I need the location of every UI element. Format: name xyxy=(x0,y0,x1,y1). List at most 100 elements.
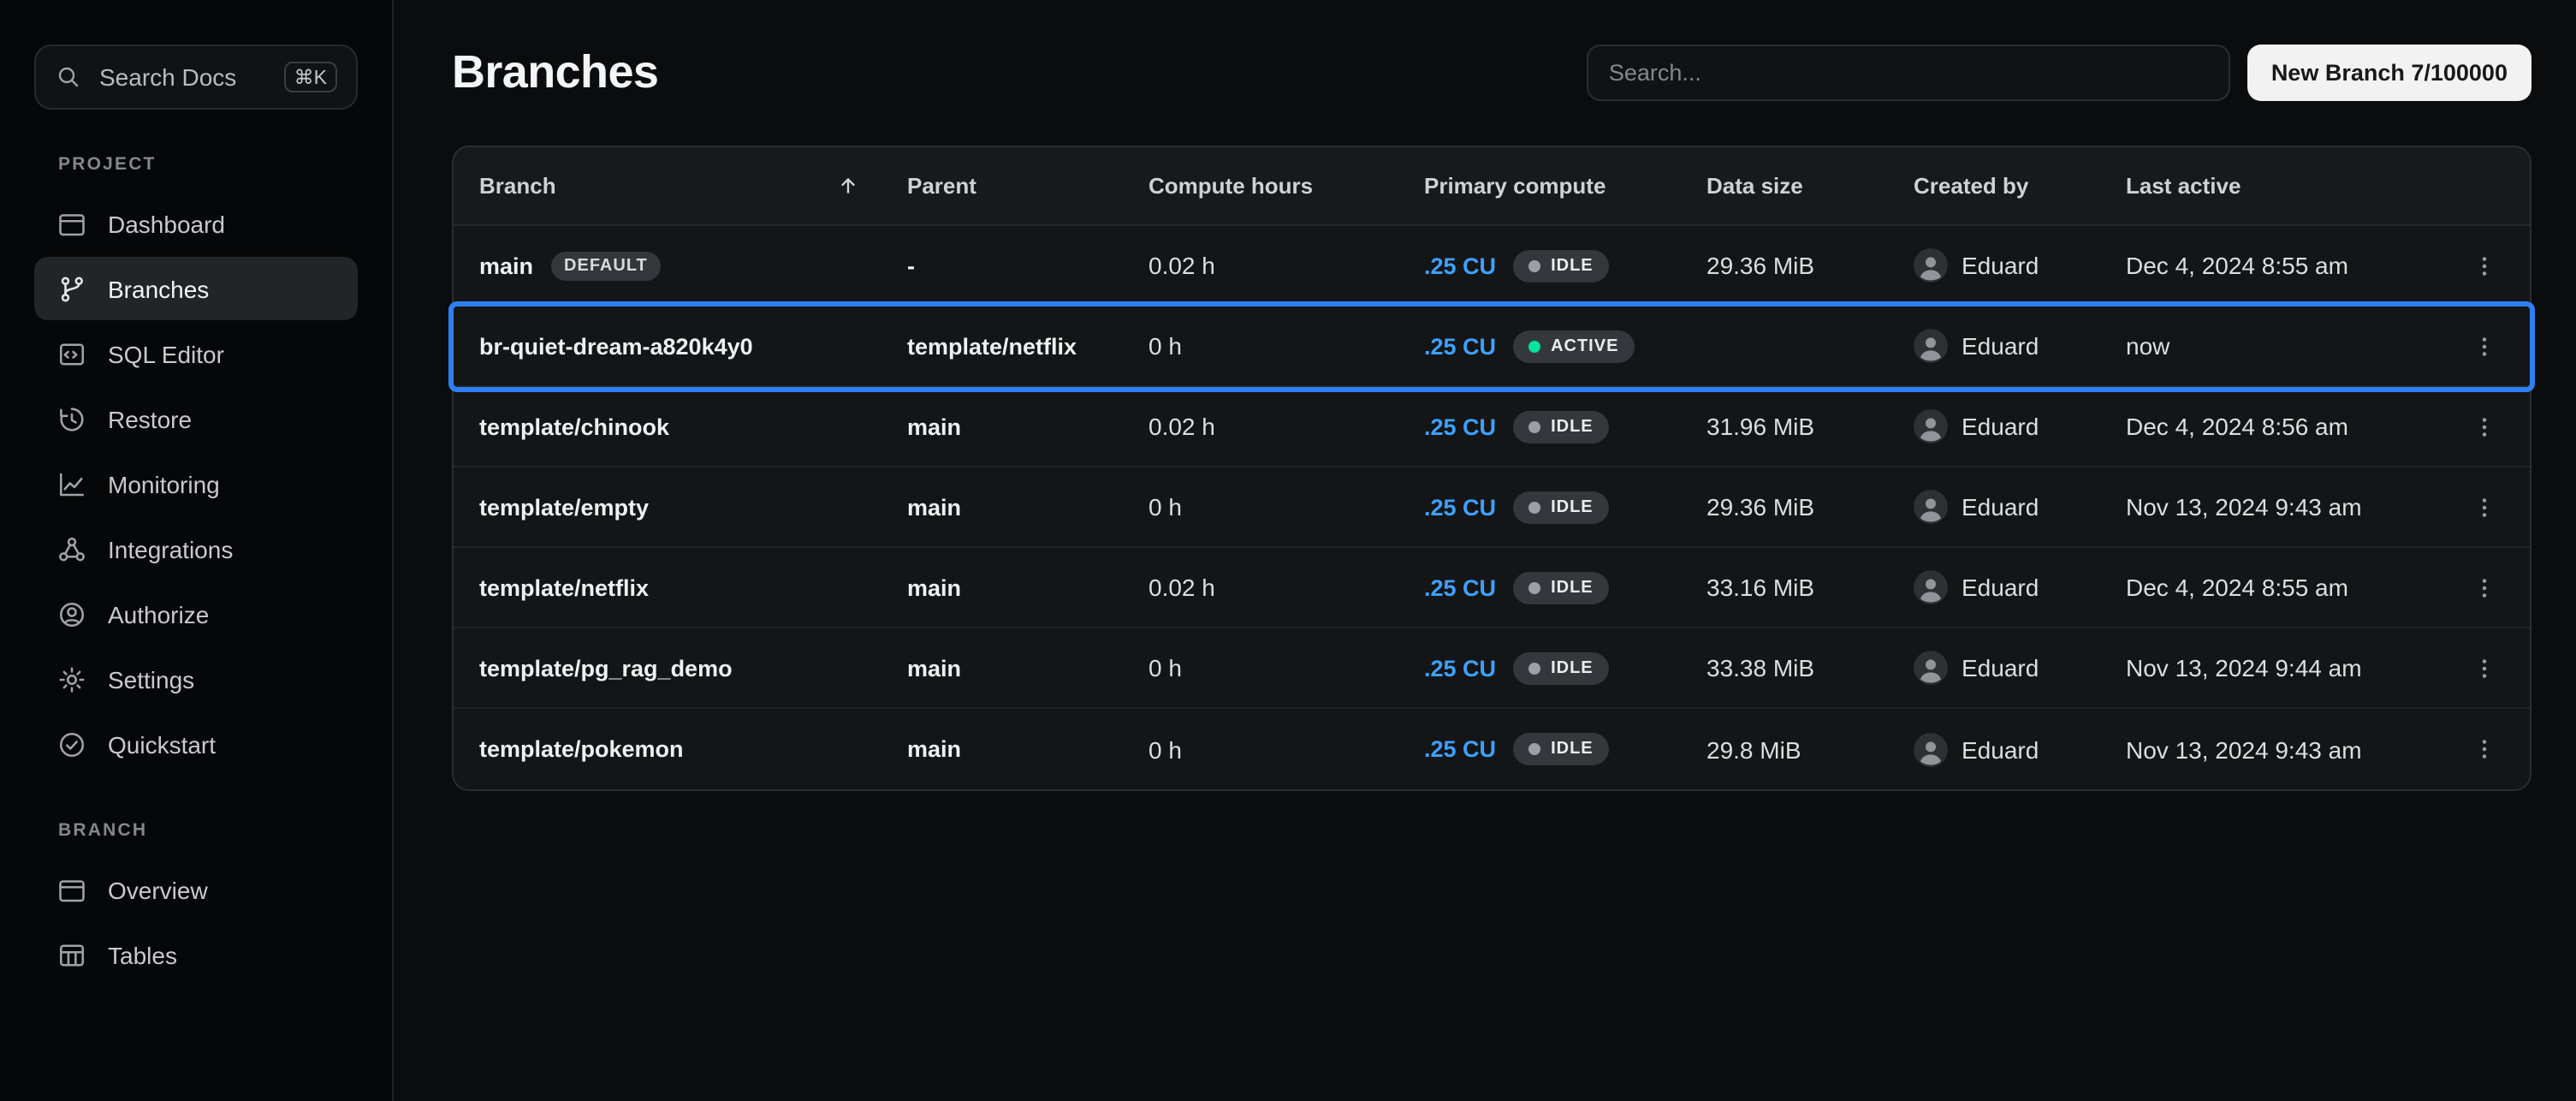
table-header-cell-branch[interactable]: Branch xyxy=(479,173,907,199)
primary-compute-cell: .25 CU ACTIVE xyxy=(1424,330,1706,362)
sidebar-item-quickstart[interactable]: Quickstart xyxy=(34,712,358,776)
table-row-br-quiet-dream[interactable]: br-quiet-dream-a820k4y0 template/netflix… xyxy=(454,306,2530,387)
sidebar-item-authorize[interactable]: Authorize xyxy=(34,582,358,646)
sidebar-item-label: Restore xyxy=(108,405,192,432)
table-header-cell-data-size[interactable]: Data size xyxy=(1706,173,1914,199)
avatar xyxy=(1914,732,1948,766)
status-badge: ACTIVE xyxy=(1513,330,1634,362)
data-size-cell: 31.96 MiB xyxy=(1706,413,1914,440)
parent-cell: template/netflix xyxy=(907,333,1149,359)
actions-cell xyxy=(2449,648,2504,687)
status-badge: IDLE xyxy=(1513,249,1609,282)
new-branch-button[interactable]: New Branch 7/100000 xyxy=(2247,45,2531,101)
table-header-cell-parent[interactable]: Parent xyxy=(907,173,1149,199)
sidebar-item-label: Settings xyxy=(108,665,194,693)
status-dot-icon xyxy=(1528,581,1540,593)
sidebar-item-branches[interactable]: Branches xyxy=(34,257,358,320)
created-by-cell: Eduard xyxy=(1914,329,2126,363)
table-header-cell-last-active[interactable]: Last active xyxy=(2126,173,2449,199)
sidebar-item-dashboard[interactable]: Dashboard xyxy=(34,192,358,255)
overview-icon xyxy=(56,874,87,905)
table-row-template-empty[interactable]: template/empty main 0 h .25 CU IDLE 29.3… xyxy=(454,467,2530,548)
table-row-template-pg-rag-demo[interactable]: template/pg_rag_demo main 0 h .25 CU IDL… xyxy=(454,628,2530,709)
created-by-name: Eduard xyxy=(1962,493,2039,521)
status-badge: IDLE xyxy=(1513,491,1609,523)
sidebar-item-label: Branches xyxy=(108,275,209,302)
branch-name: template/pg_rag_demo xyxy=(479,655,733,681)
sidebar-item-settings[interactable]: Settings xyxy=(34,647,358,711)
status-dot-icon xyxy=(1528,340,1540,352)
parent-cell: main xyxy=(907,655,1149,681)
branch-search-input[interactable] xyxy=(1587,45,2230,101)
created-by-name: Eduard xyxy=(1962,413,2039,440)
sidebar-item-label: Integrations xyxy=(108,535,233,562)
last-active-cell: Nov 13, 2024 9:44 am xyxy=(2126,654,2449,681)
table-header-cell-primary-compute[interactable]: Primary compute xyxy=(1424,173,1706,199)
status-badge: IDLE xyxy=(1513,410,1609,443)
data-size-cell: 33.16 MiB xyxy=(1706,574,1914,601)
settings-gear-icon xyxy=(56,664,87,694)
compute-size: .25 CU xyxy=(1424,414,1496,439)
avatar xyxy=(1914,329,1948,363)
parent-cell: main xyxy=(907,736,1149,762)
table-row-template-chinook[interactable]: template/chinook main 0.02 h .25 CU IDLE… xyxy=(454,387,2530,467)
last-active-cell: Dec 4, 2024 8:55 am xyxy=(2126,252,2449,279)
sidebar: Search Docs ⌘K PROJECT Dashboard Branche… xyxy=(0,0,394,1101)
created-by-cell: Eduard xyxy=(1914,248,2126,283)
sidebar-item-integrations[interactable]: Integrations xyxy=(34,517,358,580)
sidebar-item-restore[interactable]: Restore xyxy=(34,387,358,450)
created-by-cell: Eduard xyxy=(1914,651,2126,685)
sidebar-item-overview[interactable]: Overview xyxy=(34,858,358,921)
status-dot-icon xyxy=(1528,662,1540,674)
created-by-cell: Eduard xyxy=(1914,732,2126,766)
actions-cell xyxy=(2449,487,2504,527)
row-menu-button[interactable] xyxy=(2465,648,2504,687)
row-menu-button[interactable] xyxy=(2465,326,2504,366)
compute-hours-cell: 0.02 h xyxy=(1149,574,1424,601)
branches-table: Branch Parent Compute hours Primary comp… xyxy=(452,146,2531,791)
main-content: Branches New Branch 7/100000 Branch Pare… xyxy=(394,0,2576,1101)
table-header-cell-created-by[interactable]: Created by xyxy=(1914,173,2126,199)
sidebar-section-label-project: PROJECT xyxy=(58,154,358,175)
branch-cell: template/pg_rag_demo xyxy=(479,655,907,681)
sidebar-item-label: Dashboard xyxy=(108,210,225,237)
search-docs-shortcut: ⌘K xyxy=(284,62,337,92)
tables-icon xyxy=(56,939,87,970)
table-row-template-netflix[interactable]: template/netflix main 0.02 h .25 CU IDLE… xyxy=(454,548,2530,628)
search-docs-button[interactable]: Search Docs ⌘K xyxy=(34,45,358,110)
compute-size: .25 CU xyxy=(1424,253,1496,278)
row-menu-button[interactable] xyxy=(2465,568,2504,607)
table-row-main[interactable]: main DEFAULT - 0.02 h .25 CU IDLE 29.36 … xyxy=(454,226,2530,306)
parent-cell: - xyxy=(907,253,1149,278)
compute-hours-cell: 0.02 h xyxy=(1149,252,1424,279)
data-size-cell: 29.36 MiB xyxy=(1706,252,1914,279)
table-header-cell-compute-hours[interactable]: Compute hours xyxy=(1149,173,1424,199)
primary-compute-cell: .25 CU IDLE xyxy=(1424,491,1706,523)
dashboard-icon xyxy=(56,208,87,239)
search-docs-label: Search Docs xyxy=(99,63,236,91)
branch-cell: template/chinook xyxy=(479,414,907,439)
compute-hours-cell: 0 h xyxy=(1149,735,1424,763)
sort-ascending-icon xyxy=(837,175,859,197)
created-by-cell: Eduard xyxy=(1914,409,2126,443)
parent-cell: main xyxy=(907,574,1149,600)
row-menu-button[interactable] xyxy=(2465,246,2504,285)
compute-size: .25 CU xyxy=(1424,736,1496,762)
branch-name: template/empty xyxy=(479,494,649,520)
row-menu-button[interactable] xyxy=(2465,407,2504,446)
sidebar-item-tables[interactable]: Tables xyxy=(34,923,358,986)
branches-icon xyxy=(56,273,87,304)
last-active-cell: Dec 4, 2024 8:55 am xyxy=(2126,574,2449,601)
branch-name: template/netflix xyxy=(479,574,649,600)
row-menu-button[interactable] xyxy=(2465,487,2504,527)
row-menu-button[interactable] xyxy=(2465,729,2504,769)
page-title: Branches xyxy=(452,46,658,99)
table-row-template-pokemon[interactable]: template/pokemon main 0 h .25 CU IDLE 29… xyxy=(454,709,2530,789)
avatar xyxy=(1914,490,1948,524)
compute-size: .25 CU xyxy=(1424,574,1496,600)
table-header-row: Branch Parent Compute hours Primary comp… xyxy=(454,147,2530,226)
sidebar-item-monitoring[interactable]: Monitoring xyxy=(34,452,358,515)
sidebar-item-label: SQL Editor xyxy=(108,340,224,367)
sidebar-nav-branch: Overview Tables xyxy=(34,858,358,986)
sidebar-item-sql-editor[interactable]: SQL Editor xyxy=(34,322,358,385)
